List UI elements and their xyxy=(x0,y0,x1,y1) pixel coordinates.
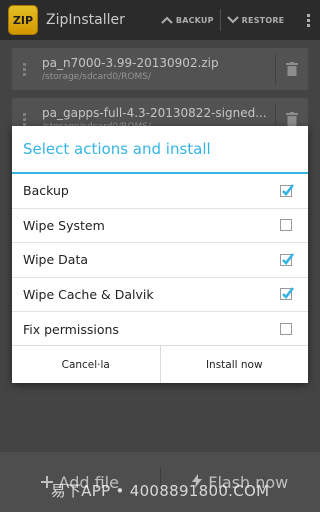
option-backup[interactable]: Backup xyxy=(12,174,308,209)
dialog-title: Select actions and install xyxy=(12,126,308,174)
option-wipe-system[interactable]: Wipe System xyxy=(12,209,308,243)
option-wipe-cache-dalvik[interactable]: Wipe Cache & Dalvik xyxy=(12,278,308,312)
checkbox-checked[interactable] xyxy=(280,252,295,266)
checkbox-checked[interactable] xyxy=(280,287,295,301)
option-label: Backup xyxy=(23,183,69,199)
install-dialog: Select actions and install Backup Wipe S… xyxy=(12,126,308,383)
option-label: Fix permissions xyxy=(23,321,119,337)
dialog-button-row: Cancel·la Install now xyxy=(12,345,308,383)
cancel-button[interactable]: Cancel·la xyxy=(12,346,160,383)
option-wipe-data[interactable]: Wipe Data xyxy=(12,243,308,278)
checkbox-unchecked[interactable] xyxy=(280,219,292,232)
option-label: Wipe Cache & Dalvik xyxy=(23,286,154,302)
watermark: 易下APP • 4008891800.COM xyxy=(50,482,270,500)
option-label: Wipe System xyxy=(23,217,105,233)
install-now-button[interactable]: Install now xyxy=(161,346,309,383)
option-label: Wipe Data xyxy=(23,252,89,268)
checkbox-unchecked[interactable] xyxy=(280,323,292,336)
option-fix-permissions[interactable]: Fix permissions xyxy=(12,312,308,347)
checkbox-checked[interactable] xyxy=(280,183,295,197)
